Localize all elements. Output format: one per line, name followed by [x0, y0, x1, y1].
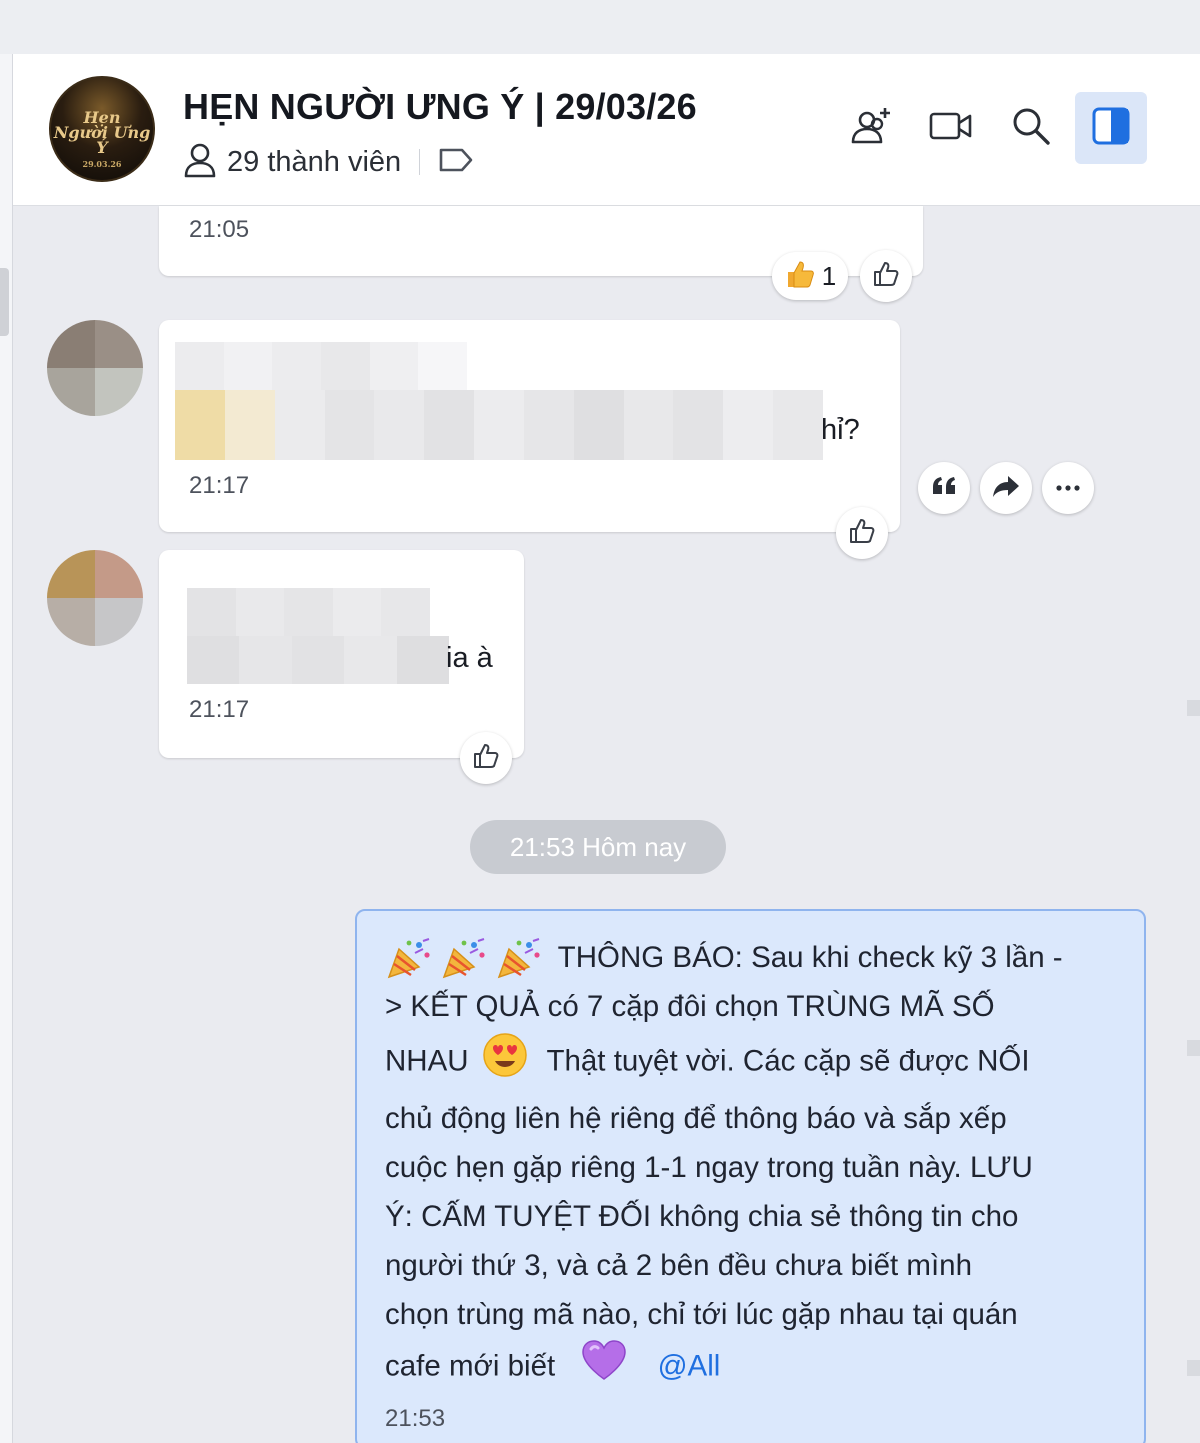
message-text: hỉ? — [821, 414, 860, 446]
date-separator: 21:53 Hôm nay — [470, 820, 726, 874]
person-icon — [183, 142, 217, 183]
blurred-text — [175, 390, 823, 460]
own-message-bubble[interactable]: THÔNG BÁO: Sau khi check kỹ 3 lần - > KẾ… — [355, 909, 1146, 1443]
reaction-count: 1 — [821, 260, 837, 291]
message-time: 21:05 — [189, 216, 250, 243]
quote-icon — [931, 475, 957, 502]
own-message-line: chọn trùng mã nào, chỉ tới lúc gặp nhau … — [385, 1298, 1018, 1331]
own-message-line: người thứ 3, và cả 2 bên đều chưa biết m… — [385, 1249, 972, 1282]
right-edge-mark — [1187, 1360, 1200, 1376]
member-row: 29 thành viên — [183, 142, 474, 183]
message-time: 21:17 — [189, 472, 250, 499]
thumbs-up-outline-icon — [872, 260, 900, 293]
quote-reply-button[interactable] — [918, 462, 970, 514]
message-bubble[interactable]: ia à 21:17 — [159, 550, 524, 758]
own-message-line: NHAU — [385, 1044, 469, 1078]
window-top-strip — [0, 0, 1200, 54]
more-options-button[interactable] — [1042, 462, 1094, 514]
message-time: 21:17 — [189, 696, 250, 723]
like-button[interactable] — [860, 250, 912, 302]
add-member-button[interactable] — [835, 92, 907, 164]
chat-header: Hẹn Người Ưng Ý 29.03.26 HẸN NGƯỜI ƯNG Ý… — [13, 54, 1200, 206]
party-popper-icon — [495, 937, 543, 981]
rail-tab-handle[interactable] — [0, 268, 9, 336]
video-call-icon — [929, 110, 973, 147]
right-edge-mark — [1187, 700, 1200, 716]
video-call-button[interactable] — [915, 92, 987, 164]
purple-heart-emoji-icon — [581, 1339, 627, 1396]
blurred-text — [175, 342, 467, 390]
right-edge-mark — [1187, 1040, 1200, 1056]
message-bubble[interactable]: hỉ? 21:17 — [159, 320, 900, 532]
like-button[interactable] — [460, 732, 512, 784]
sender-avatar[interactable] — [47, 320, 143, 416]
divider — [419, 149, 421, 175]
own-message-text: THÔNG BÁO: Sau khi check kỹ 3 lần - > KẾ… — [385, 933, 1125, 1396]
more-dots-icon — [1055, 479, 1081, 497]
group-avatar[interactable]: Hẹn Người Ưng Ý 29.03.26 — [49, 76, 155, 182]
sender-avatar[interactable] — [47, 550, 143, 646]
party-popper-icon — [440, 937, 488, 981]
heart-eyes-emoji-icon — [481, 1031, 529, 1094]
thumbs-up-outline-icon — [848, 517, 876, 550]
forward-button[interactable] — [980, 462, 1032, 514]
sidebar-toggle-icon — [1092, 107, 1130, 150]
message-text: ia à — [446, 642, 493, 674]
tag-icon[interactable] — [438, 146, 474, 179]
own-message-line: chủ động liên hệ riêng để thông báo và s… — [385, 1102, 1007, 1135]
blurred-text — [187, 636, 449, 684]
thumbs-up-outline-icon — [472, 742, 500, 775]
avatar-logo-date: 29.03.26 — [82, 159, 122, 169]
own-message-line: Ý: CẤM TUYỆT ĐỐI không chia sẻ thông tin… — [385, 1200, 1019, 1233]
search-button[interactable] — [995, 92, 1067, 164]
own-message-line: cafe mới biết — [385, 1349, 556, 1383]
mention-all-link[interactable]: @All — [658, 1349, 721, 1382]
left-rail — [0, 54, 13, 1443]
add-member-icon — [850, 106, 892, 151]
own-message-line: cuộc hẹn gặp riêng 1-1 ngay trong tuần n… — [385, 1151, 1033, 1184]
blurred-text — [187, 588, 430, 636]
reaction-summary[interactable]: 1 — [772, 252, 848, 300]
member-count[interactable]: 29 thành viên — [227, 146, 401, 179]
search-icon — [1011, 106, 1051, 151]
avatar-logo-line2: Người Ưng Ý — [53, 123, 151, 157]
group-avatar-logo: Hẹn Người Ưng Ý 29.03.26 — [51, 110, 153, 172]
own-message-line: THÔNG BÁO: Sau khi check kỹ 3 lần - — [557, 941, 1063, 974]
forward-icon — [992, 474, 1020, 503]
group-title[interactable]: HẸN NGƯỜI ƯNG Ý | 29/03/26 — [183, 86, 697, 128]
like-button[interactable] — [836, 507, 888, 559]
sidebar-toggle-button[interactable] — [1075, 92, 1147, 164]
own-message-line: Thật tuyệt vời. Các cặp sẽ được NỐI — [546, 1044, 1030, 1078]
message-time: 21:53 — [385, 1405, 446, 1432]
thumbs-up-emoji-icon — [784, 258, 816, 295]
party-popper-icon — [385, 937, 433, 981]
own-message-line: > KẾT QUẢ có 7 cặp đôi chọn TRÙNG MÃ SỐ — [385, 990, 995, 1023]
